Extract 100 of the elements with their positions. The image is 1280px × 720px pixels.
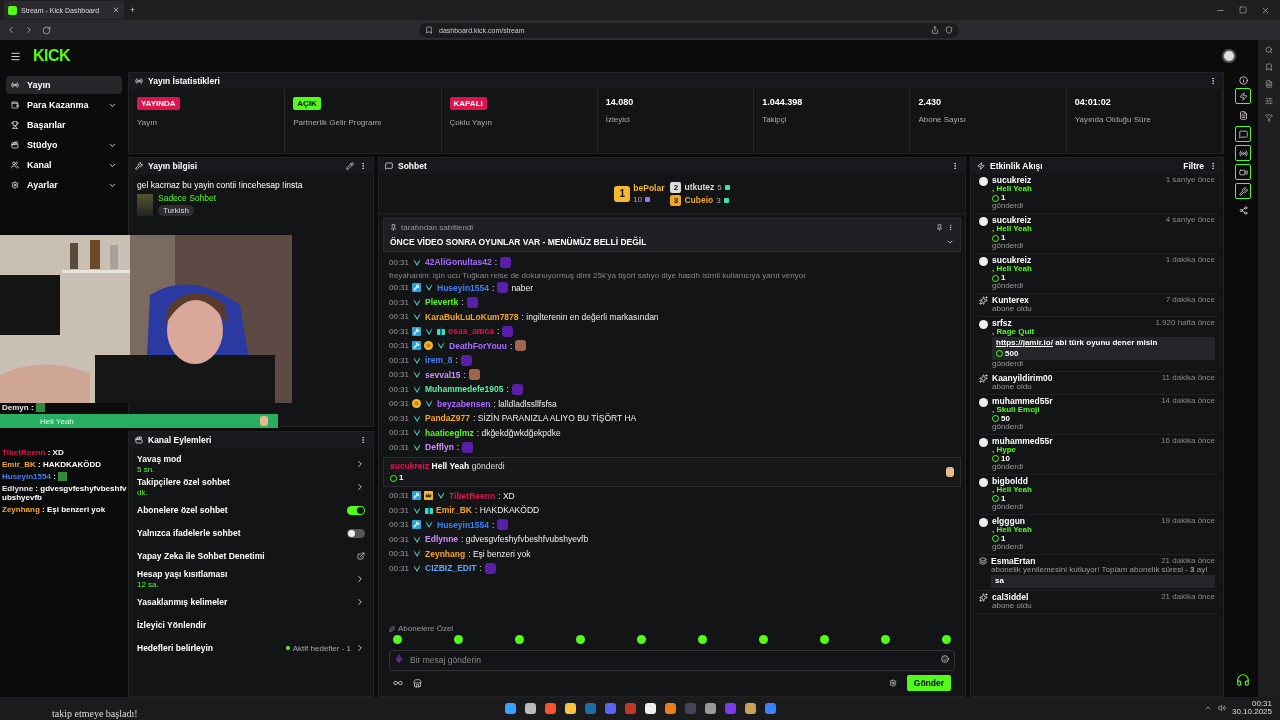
support-icon[interactable] xyxy=(1236,673,1250,687)
send-button[interactable]: Gönder xyxy=(906,675,951,691)
event-user[interactable]: muhammed55r xyxy=(992,436,1162,447)
sidebar-item[interactable]: Para Kazanma xyxy=(6,96,122,114)
rail-button[interactable] xyxy=(1235,88,1251,104)
username[interactable]: PandaZ977 xyxy=(425,413,470,424)
emote-icon[interactable] xyxy=(393,635,402,644)
chevron-icon[interactable] xyxy=(355,597,365,607)
back-icon[interactable] xyxy=(6,25,16,35)
taskbar-app-icon[interactable] xyxy=(564,703,576,714)
event-user[interactable]: EsmaErtan xyxy=(991,556,1162,566)
category-link[interactable]: Sadece Sohbet xyxy=(158,193,217,203)
emote-icon[interactable] xyxy=(881,635,890,644)
username[interactable]: DeathForYouu xyxy=(449,340,507,351)
bookmark-icon[interactable] xyxy=(425,26,433,34)
rail-button[interactable] xyxy=(1235,164,1251,180)
store-icon[interactable] xyxy=(413,678,422,688)
maximize-icon[interactable] xyxy=(1239,5,1247,14)
sidebar-item[interactable]: Ayarlar xyxy=(6,176,122,194)
close-icon[interactable] xyxy=(1261,5,1270,15)
event-user[interactable]: Kaanyildirim00 xyxy=(992,373,1162,384)
chevron-icon[interactable] xyxy=(355,459,365,469)
more-icon[interactable] xyxy=(951,162,959,170)
username[interactable]: Huseyin1554 xyxy=(437,282,489,293)
filter-button[interactable]: Filtre xyxy=(1183,161,1204,171)
event-user[interactable]: srfsz xyxy=(992,318,1156,329)
username[interactable]: haaticeglmz xyxy=(425,427,474,438)
username[interactable]: irem_8 xyxy=(425,355,453,366)
toggle-switch[interactable] xyxy=(347,528,365,538)
event-user[interactable]: sucukreiz xyxy=(992,255,1166,266)
event-user[interactable]: cal3iddel xyxy=(992,592,1162,602)
sidebar-item[interactable]: Başarılar xyxy=(6,116,122,134)
event-user[interactable]: sucukreiz xyxy=(992,176,1166,186)
chevron-icon[interactable] xyxy=(355,574,365,584)
emote-icon[interactable] xyxy=(820,635,829,644)
emote-icon[interactable] xyxy=(637,635,646,644)
language-tag[interactable]: Turkish xyxy=(158,205,194,216)
taskbar-app-icon[interactable] xyxy=(524,703,536,714)
username[interactable]: KaraBukLuLoKum7878 xyxy=(425,311,519,322)
reload-icon[interactable] xyxy=(42,25,51,35)
close-icon[interactable] xyxy=(112,6,120,14)
new-tab-button[interactable]: + xyxy=(130,5,136,15)
forward-icon[interactable] xyxy=(24,25,34,35)
sidebar-item[interactable]: Yayın xyxy=(6,76,122,94)
taskbar-app-icon[interactable] xyxy=(704,703,716,714)
more-icon[interactable] xyxy=(359,162,367,170)
emote-icon[interactable] xyxy=(759,635,768,644)
username[interactable]: Zeynhang xyxy=(425,548,466,559)
username[interactable]: beyzabensen xyxy=(437,398,491,409)
emote-icon[interactable] xyxy=(576,635,585,644)
username[interactable]: osas_amca xyxy=(448,326,494,337)
edit-icon[interactable] xyxy=(346,162,354,170)
username[interactable]: Muhammedefe1905 xyxy=(425,384,504,395)
rail-button[interactable] xyxy=(1235,126,1251,142)
taskbar-app-icon[interactable] xyxy=(504,703,516,714)
username[interactable]: Edlynne xyxy=(425,534,459,545)
settings-icon[interactable] xyxy=(888,679,897,687)
username[interactable]: sevval15 xyxy=(425,369,461,380)
link[interactable]: https://jamir.io/ xyxy=(996,338,1053,348)
event-user[interactable]: sucukreiz xyxy=(992,215,1166,226)
event-user[interactable]: muhammed55r xyxy=(992,396,1162,407)
menu-icon[interactable] xyxy=(10,50,21,62)
chevron-icon[interactable] xyxy=(355,643,365,653)
emote-icon[interactable] xyxy=(942,635,951,644)
more-icon[interactable] xyxy=(1209,77,1217,85)
infinity-icon[interactable] xyxy=(393,678,403,688)
more-icon[interactable] xyxy=(1209,162,1217,170)
username[interactable]: Plevertk xyxy=(425,297,459,308)
emote-icon[interactable] xyxy=(698,635,707,644)
logo[interactable]: KICK xyxy=(33,47,71,65)
toggle-switch[interactable] xyxy=(347,505,365,515)
emote-icon[interactable] xyxy=(515,635,524,644)
username[interactable]: Huseyin1554 xyxy=(437,519,489,530)
username[interactable]: CIZBIZ_EDIT xyxy=(425,563,477,574)
avatar[interactable] xyxy=(1222,49,1236,63)
chevron-icon[interactable] xyxy=(355,482,365,492)
sidebar-item[interactable]: Stüdyo xyxy=(6,136,122,154)
taskbar-app-icon[interactable] xyxy=(664,703,676,714)
info-icon[interactable] xyxy=(1238,76,1248,85)
username[interactable]: Emir_BK xyxy=(436,505,472,516)
sidebar-item[interactable]: Kanal xyxy=(6,156,122,174)
message-input[interactable]: Bir mesaj gönderin xyxy=(389,649,955,671)
share-icon[interactable] xyxy=(931,26,939,34)
taskbar-app-icon[interactable] xyxy=(744,703,756,714)
username[interactable]: TibetReenn xyxy=(449,490,496,501)
username[interactable]: 42AliGonultas42 xyxy=(425,257,492,268)
emoji-icon[interactable] xyxy=(941,655,949,663)
external-link-icon[interactable] xyxy=(357,552,365,560)
rail-button[interactable] xyxy=(1235,145,1251,161)
event-user[interactable]: bigboldd xyxy=(992,476,1215,487)
event-user[interactable]: elgggun xyxy=(992,516,1162,526)
event-user[interactable]: Kunterex xyxy=(992,295,1166,306)
emote-icon[interactable] xyxy=(454,635,463,644)
username[interactable]: Defflyn xyxy=(425,442,454,453)
more-icon[interactable] xyxy=(359,436,367,444)
chevron-icon[interactable] xyxy=(946,238,954,246)
mic-icon[interactable] xyxy=(395,655,403,663)
taskbar-app-icon[interactable] xyxy=(644,703,656,714)
rail-button[interactable] xyxy=(1235,183,1251,199)
shield-icon[interactable] xyxy=(945,26,953,34)
